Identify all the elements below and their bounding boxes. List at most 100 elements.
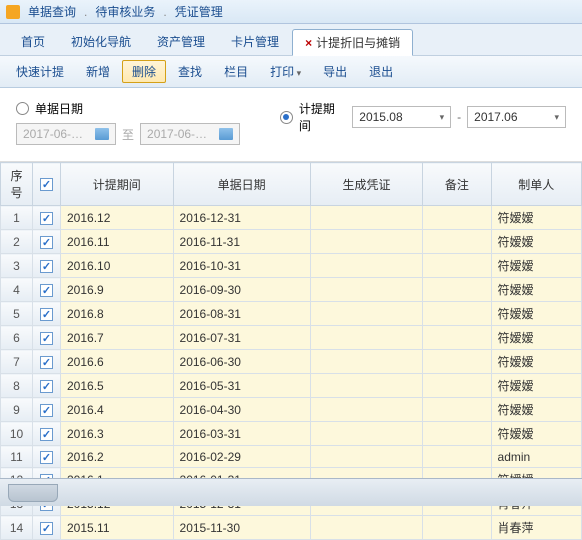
cell-period: 2016.3 xyxy=(61,422,174,446)
toolbar-快速计提[interactable]: 快速计提 xyxy=(6,60,74,83)
cell-note xyxy=(423,422,491,446)
menu-pending-audit[interactable]: 待审核业务 xyxy=(91,3,159,20)
col-header-4[interactable]: 生成凭证 xyxy=(310,163,423,206)
cell-maker: 符嫒嫒 xyxy=(491,278,581,302)
row-checkbox[interactable] xyxy=(33,350,61,374)
toolbar-打印[interactable]: 打印 xyxy=(260,60,311,83)
col-header-5[interactable]: 备注 xyxy=(423,163,491,206)
cell-maker: 符嫒嫒 xyxy=(491,422,581,446)
table-row[interactable]: 52016.82016-08-31符嫒嫒 xyxy=(1,302,582,326)
cell-period: 2016.10 xyxy=(61,254,174,278)
cell-period: 2016.4 xyxy=(61,398,174,422)
row-checkbox[interactable] xyxy=(33,326,61,350)
table-row[interactable]: 112016.22016-02-29admin xyxy=(1,446,582,468)
checkbox-icon[interactable] xyxy=(40,212,53,225)
cell-note xyxy=(423,278,491,302)
table-row[interactable]: 32016.102016-10-31符嫒嫒 xyxy=(1,254,582,278)
cell-voucher xyxy=(310,350,423,374)
toolbar-删除[interactable]: 删除 xyxy=(122,60,166,83)
cell-date: 2016-09-30 xyxy=(173,278,310,302)
checkbox-icon[interactable] xyxy=(40,332,53,345)
col-header-6[interactable]: 制单人 xyxy=(491,163,581,206)
row-number: 5 xyxy=(1,302,33,326)
col-header-2[interactable]: 计提期间 xyxy=(61,163,174,206)
checkbox-icon[interactable] xyxy=(40,428,53,441)
checkbox-icon[interactable] xyxy=(40,236,53,249)
doc-date-from[interactable]: 2017-06-… xyxy=(16,123,116,145)
menu-voucher-mgmt[interactable]: 凭证管理 xyxy=(171,3,227,20)
calendar-icon xyxy=(219,128,233,140)
table-row[interactable]: 12016.122016-12-31符嫒嫒 xyxy=(1,206,582,230)
radio-doc-date[interactable] xyxy=(16,102,29,115)
tab-3[interactable]: 卡片管理 xyxy=(218,28,292,55)
col-header-3[interactable]: 单据日期 xyxy=(173,163,310,206)
cell-period: 2016.7 xyxy=(61,326,174,350)
cell-maker: 符嫒嫒 xyxy=(491,398,581,422)
row-checkbox[interactable] xyxy=(33,302,61,326)
accrual-from-value: 2015.08 xyxy=(359,110,402,124)
row-checkbox[interactable] xyxy=(33,230,61,254)
toolbar-退出[interactable]: 退出 xyxy=(359,60,403,83)
row-checkbox[interactable] xyxy=(33,278,61,302)
table-row[interactable]: 72016.62016-06-30符嫒嫒 xyxy=(1,350,582,374)
row-number: 11 xyxy=(1,446,33,468)
table-row[interactable]: 82016.52016-05-31符嫒嫒 xyxy=(1,374,582,398)
table-row[interactable]: 102016.32016-03-31符嫒嫒 xyxy=(1,422,582,446)
checkbox-icon[interactable] xyxy=(40,356,53,369)
row-checkbox[interactable] xyxy=(33,446,61,468)
row-checkbox[interactable] xyxy=(33,254,61,278)
row-number: 1 xyxy=(1,206,33,230)
accrual-to[interactable]: 2017.06 xyxy=(467,106,566,128)
toolbar-导出[interactable]: 导出 xyxy=(313,60,357,83)
toolbar-查找[interactable]: 查找 xyxy=(168,60,212,83)
label-accrual-period: 计提期间 xyxy=(299,100,346,134)
toolbar: 快速计提新增删除查找栏目打印导出退出 xyxy=(0,56,582,88)
row-checkbox[interactable] xyxy=(33,516,61,540)
checkbox-icon[interactable] xyxy=(40,451,53,464)
select-all-checkbox[interactable] xyxy=(40,178,53,191)
cell-period: 2016.11 xyxy=(61,230,174,254)
checkbox-icon[interactable] xyxy=(40,260,53,273)
row-checkbox[interactable] xyxy=(33,374,61,398)
table-row[interactable]: 22016.112016-11-31符嫒嫒 xyxy=(1,230,582,254)
tab-4[interactable]: 计提折旧与摊销 xyxy=(292,29,413,56)
menu-doc-query[interactable]: 单据查询 xyxy=(24,3,80,20)
checkbox-icon[interactable] xyxy=(40,380,53,393)
table-row[interactable]: 142015.112015-11-30肖春萍 xyxy=(1,516,582,540)
row-checkbox[interactable] xyxy=(33,422,61,446)
cell-date: 2016-07-31 xyxy=(173,326,310,350)
radio-accrual-period[interactable] xyxy=(280,111,293,124)
tab-1[interactable]: 初始化导航 xyxy=(58,28,144,55)
cell-voucher xyxy=(310,374,423,398)
row-number: 4 xyxy=(1,278,33,302)
cell-note xyxy=(423,326,491,350)
cell-date: 2016-12-31 xyxy=(173,206,310,230)
cell-voucher xyxy=(310,422,423,446)
col-header-0[interactable]: 序号 xyxy=(1,163,33,206)
doc-date-from-value: 2017-06-… xyxy=(23,127,83,141)
checkbox-icon[interactable] xyxy=(40,308,53,321)
table-row[interactable]: 92016.42016-04-30符嫒嫒 xyxy=(1,398,582,422)
tab-2[interactable]: 资产管理 xyxy=(144,28,218,55)
checkbox-icon[interactable] xyxy=(40,522,53,535)
top-menu: 单据查询 . 待审核业务 . 凭证管理 xyxy=(0,0,582,24)
cell-date: 2016-02-29 xyxy=(173,446,310,468)
accrual-from[interactable]: 2015.08 xyxy=(352,106,451,128)
table-row[interactable]: 42016.92016-09-30符嫒嫒 xyxy=(1,278,582,302)
calendar-icon xyxy=(95,128,109,140)
cell-note xyxy=(423,398,491,422)
cell-voucher xyxy=(310,446,423,468)
toolbar-新增[interactable]: 新增 xyxy=(76,60,120,83)
sheet-tab[interactable] xyxy=(8,484,58,502)
row-number: 14 xyxy=(1,516,33,540)
col-header-1[interactable] xyxy=(33,163,61,206)
toolbar-栏目[interactable]: 栏目 xyxy=(214,60,258,83)
row-checkbox[interactable] xyxy=(33,398,61,422)
checkbox-icon[interactable] xyxy=(40,284,53,297)
checkbox-icon[interactable] xyxy=(40,404,53,417)
row-checkbox[interactable] xyxy=(33,206,61,230)
table-row[interactable]: 62016.72016-07-31符嫒嫒 xyxy=(1,326,582,350)
cell-period: 2016.6 xyxy=(61,350,174,374)
tab-0[interactable]: 首页 xyxy=(8,28,58,55)
doc-date-to[interactable]: 2017-06-… xyxy=(140,123,240,145)
